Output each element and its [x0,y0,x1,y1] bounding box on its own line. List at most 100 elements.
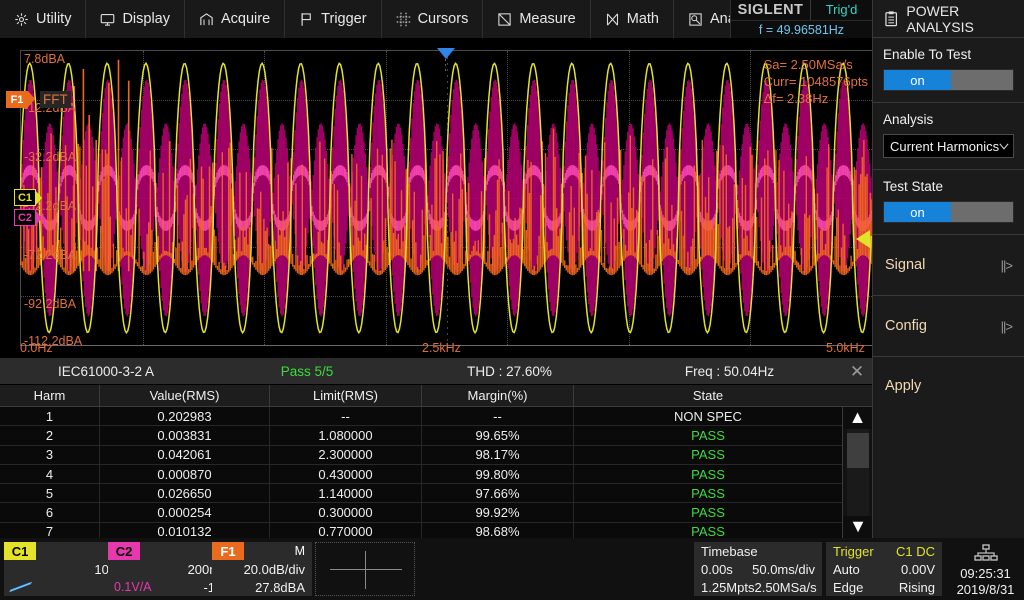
timebase-panel[interactable]: Timebase 0.00s 50.0ms/div 1.25Mpts 2.50M… [694,542,822,596]
scroll-thumb[interactable] [847,433,869,468]
sidebar-title: POWER ANALYSIS [873,0,1024,38]
trigger-type[interactable]: Edge [833,580,863,595]
menu-item-acquire[interactable]: Acquire [185,0,285,38]
measure-icon [497,12,512,27]
sidebar-item-config[interactable]: Config ||> [873,296,1024,357]
trigger-position-marker[interactable] [437,48,455,59]
timebase-memory[interactable]: 1.25Mpts [701,580,754,595]
table-rows-container: 10.202983----NON SPEC20.0038311.08000099… [0,407,872,542]
y-axis-label-2: -32.2dBA [24,150,76,164]
menu-item-measure[interactable]: Measure [483,0,590,38]
menu-label-display: Display [122,11,170,27]
channel-badge-c1[interactable]: C1 [4,542,36,560]
state-cell: PASS [574,484,842,503]
harm-cell: 4 [0,465,100,484]
margin-cell: 99.65% [422,426,574,445]
state-cell: PASS [574,503,842,522]
test-state-toggle[interactable]: on [883,201,1014,223]
timebase-scale[interactable]: 50.0ms/div [752,562,815,577]
y-axis-label-5: -92.2dBA [24,297,76,311]
value-cell: 0.026650 [100,484,270,503]
enable-to-test-toggle[interactable]: on [883,69,1014,91]
channel-badge-c2[interactable]: C2 [108,542,140,560]
channel-tag-c1[interactable]: C1 [14,189,36,206]
menu-label-measure: Measure [519,11,575,27]
channel-offset-marker-right[interactable] [856,230,870,248]
enable-to-test-value[interactable]: on [884,70,951,90]
table-column-headers: Harm Value(RMS) Limit(RMS) Margin(%) Sta… [0,385,872,407]
menu-item-cursors[interactable]: Cursors [382,0,484,38]
menu-label-acquire: Acquire [221,11,270,27]
menu-label-trigger: Trigger [321,11,366,27]
channel-badge-f1[interactable]: F1 [212,542,244,560]
scroll-down-icon[interactable]: ▼ [843,516,873,538]
waveform-display[interactable]: 7.8dBA -12.2dBA -32.2dBA -52.2dBA -72.2d… [0,38,872,358]
state-cell: NON SPEC [574,407,842,426]
clock-date: 2019/8/31 [947,582,1024,598]
brand-block: SIGLENT Trig'd f = 49.96581Hz [730,0,872,38]
menu-item-utility[interactable]: Utility [0,0,86,38]
math-icon [605,12,620,27]
xy-preview-zone[interactable] [315,542,415,596]
channel-coupling-f1[interactable]: M [295,544,312,558]
chevron-down-icon [999,142,1009,151]
trigger-status-badge: Trig'd [811,0,872,20]
column-header-margin: Margin(%) [422,385,574,407]
trigger-panel[interactable]: Trigger C1 DC Auto 0.00V Edge Rising [826,542,942,596]
trigger-level[interactable]: 0.00V [901,562,935,577]
margin-cell: 97.66% [422,484,574,503]
channel-offset-f1[interactable]: 27.8dBA [212,578,312,596]
channel-marker-c2[interactable]: C2 [14,209,36,226]
column-header-harm: Harm [0,385,100,407]
channel-marker-f1[interactable]: F1 FFT [6,91,71,108]
timebase-delay[interactable]: 0.00s [701,562,733,577]
enable-to-test-section: Enable To Test on [873,38,1024,103]
table-row[interactable]: 20.0038311.08000099.65%PASS [0,426,872,445]
menu-item-trigger[interactable]: Trigger [285,0,381,38]
waveform-traces [20,50,872,346]
acquire-icon [199,12,214,27]
column-header-limit: Limit(RMS) [270,385,422,407]
probe-icon-c1 [8,580,38,594]
menu-item-display[interactable]: Display [86,0,185,38]
harm-cell: 5 [0,484,100,503]
timebase-samplerate[interactable]: 2.50MSa/s [754,580,816,595]
column-header-state: State [574,385,842,407]
timebase-title: Timebase [701,544,758,559]
table-row[interactable]: 30.0420612.30000098.17%PASS [0,446,872,465]
fft-trace-label: FFT [40,91,71,108]
test-state-section: Test State on [873,170,1024,235]
test-state-label: Test State [883,179,1014,194]
channel-tag-c2[interactable]: C2 [14,209,36,226]
channel-panel-f1[interactable]: F1 M 20.0dB/div 27.8dBA [212,542,312,596]
limit-cell: -- [270,407,422,426]
analysis-select[interactable]: Current Harmonics [883,134,1014,158]
menu-label-math: Math [627,11,659,27]
monitor-icon [100,12,115,27]
channel-tag-f1[interactable]: F1 [6,91,28,108]
config-label: Config [885,318,927,334]
signal-submenu-icon: ||> [1001,258,1012,273]
channel-probe-c2[interactable]: 0.1V/A [114,580,152,594]
results-summary-bar: IEC61000-3-2 A Pass 5/5 THD : 27.60% Fre… [0,358,872,385]
network-icon[interactable] [974,544,998,561]
menu-item-math[interactable]: Math [591,0,674,38]
channel-scale-f1[interactable]: 20.0dB/div [212,560,312,578]
table-row[interactable]: 40.0008700.43000099.80%PASS [0,465,872,484]
sidebar-item-signal[interactable]: Signal ||> [873,235,1024,296]
close-icon[interactable]: ✕ [842,358,872,385]
table-row[interactable]: 50.0266501.14000097.66%PASS [0,484,872,503]
table-row[interactable]: 60.0002540.30000099.92%PASS [0,503,872,522]
trigger-slope[interactable]: Rising [899,580,935,595]
table-row[interactable]: 10.202983----NON SPEC [0,407,872,426]
clock-panel: 09:25:31 2019/8/31 [947,542,1024,596]
pass-status: Pass 5/5 [212,364,402,379]
trigger-source[interactable]: C1 DC [896,544,935,559]
table-scrollbar[interactable]: ▲ ▼ [842,407,872,538]
trigger-mode[interactable]: Auto [833,562,860,577]
test-state-value[interactable]: on [884,202,951,222]
scroll-up-icon[interactable]: ▲ [843,407,872,429]
value-cell: 0.003831 [100,426,270,445]
sidebar-item-apply[interactable]: Apply [873,357,1024,415]
channel-marker-c1[interactable]: C1 [14,189,36,206]
